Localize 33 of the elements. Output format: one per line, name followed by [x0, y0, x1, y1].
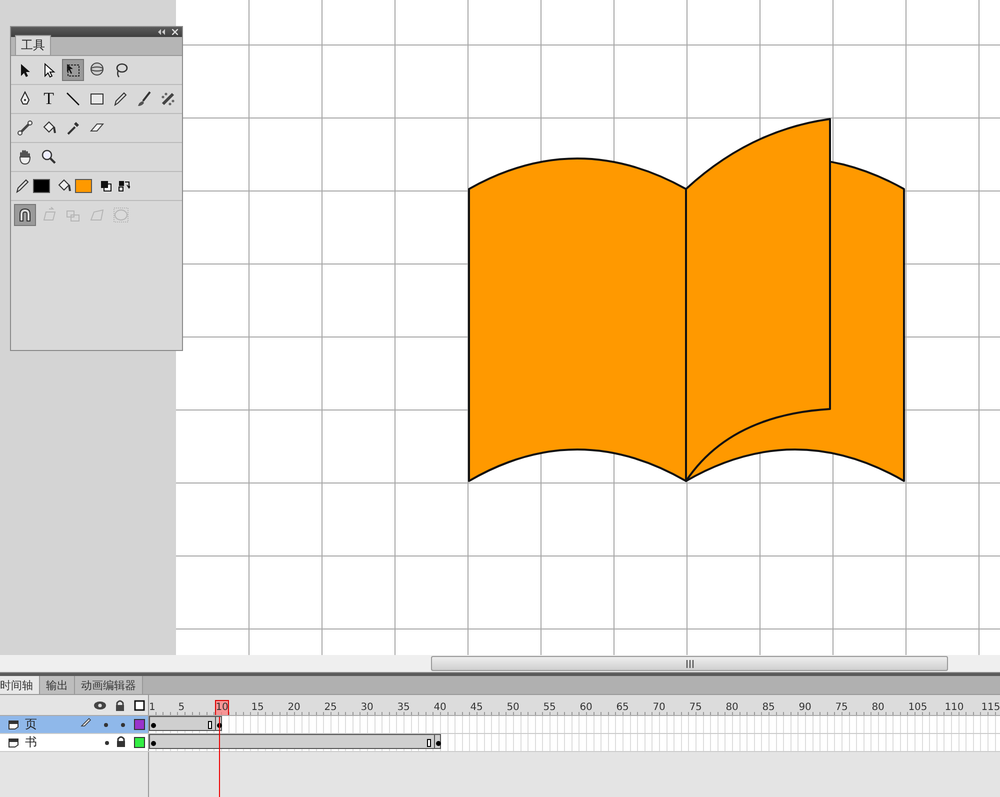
- layer-row[interactable]: 书: [0, 734, 149, 751]
- frame-number: 75: [835, 701, 848, 713]
- frame-number: 65: [616, 701, 629, 713]
- frame-number: 55: [543, 701, 556, 713]
- frame-number: 60: [580, 701, 592, 713]
- frame-number: 30: [360, 701, 374, 713]
- frame-number: 20: [288, 701, 300, 713]
- frame-number: 35: [397, 701, 410, 713]
- frame-number: 115: [981, 701, 1000, 713]
- panel-tab[interactable]: 时间轴: [0, 676, 40, 694]
- playhead[interactable]: 10: [214, 700, 230, 715]
- frame-number: 45: [470, 701, 483, 713]
- frame-number: 85: [762, 701, 775, 713]
- text-tool-button[interactable]: T: [38, 88, 60, 110]
- frame-number: 90: [798, 701, 812, 713]
- frame-number: 50: [506, 701, 520, 713]
- frame-number: 15: [251, 701, 264, 713]
- frame-number: 5: [178, 701, 185, 713]
- frame-number: 105: [908, 701, 928, 713]
- layer-name: 页: [25, 716, 38, 733]
- frame-number: 75: [689, 701, 702, 713]
- frame-number: 80: [872, 701, 884, 713]
- panel-tab[interactable]: 输出: [40, 676, 75, 694]
- layer-row[interactable]: 页: [0, 716, 149, 733]
- frame-number: 110: [944, 701, 964, 713]
- frame-number: 70: [652, 701, 666, 713]
- layer-name: 书: [25, 734, 38, 751]
- panel-tab[interactable]: 动画编辑器: [75, 676, 143, 694]
- frame-number: 40: [434, 701, 446, 713]
- panel-tab[interactable]: 工具: [15, 35, 51, 55]
- frame-number: 1: [149, 701, 156, 713]
- frame-number: 25: [324, 701, 337, 713]
- frame-number: 80: [726, 701, 738, 713]
